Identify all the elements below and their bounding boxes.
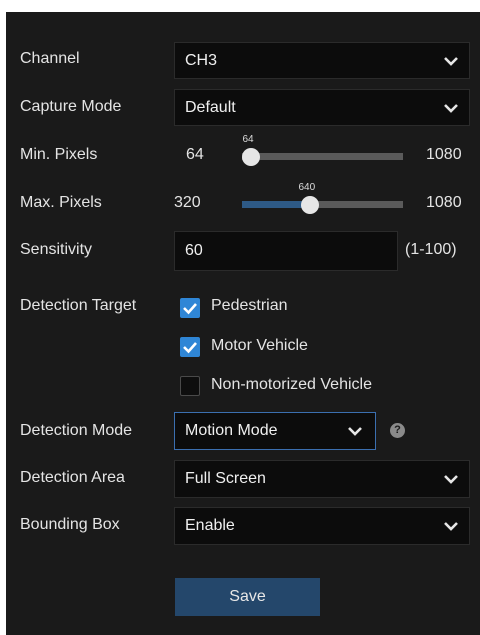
chevron-down-icon: [444, 475, 458, 484]
capture-mode-value: Default: [185, 98, 236, 116]
min-pixels-slider-track[interactable]: [242, 153, 403, 160]
save-button[interactable]: Save: [175, 578, 320, 616]
channel-dropdown[interactable]: CH3: [174, 42, 470, 79]
max-pixels-slider-thumb[interactable]: [300, 196, 319, 214]
sensitivity-range: (1-100): [405, 241, 457, 258]
chevron-down-icon: [444, 522, 458, 531]
min-pixels-max: 1080: [426, 146, 462, 163]
detection-area-label: Detection Area: [20, 469, 125, 486]
bounding-box-value: Enable: [185, 517, 235, 534]
motor-vehicle-checkbox[interactable]: [180, 337, 200, 357]
non-motorized-vehicle-checkbox[interactable]: [180, 376, 200, 396]
min-pixels-label: Min. Pixels: [20, 146, 98, 163]
help-icon[interactable]: ?: [390, 423, 405, 438]
detection-area-dropdown[interactable]: Full Screen: [174, 460, 470, 498]
max-pixels-slider-track[interactable]: [242, 201, 403, 208]
pedestrian-checkbox[interactable]: [180, 298, 200, 318]
max-pixels-max: 1080: [426, 194, 462, 211]
max-pixels-slider-fill: [242, 201, 310, 208]
detection-target-label: Detection Target: [20, 297, 137, 314]
checkmark-icon: [183, 342, 197, 354]
sensitivity-input-box[interactable]: [174, 231, 398, 271]
max-pixels-value: 640: [298, 182, 316, 193]
chevron-down-icon: [444, 56, 458, 66]
settings-panel: Channel CH3 Capture Mode Default Min. Pi…: [6, 12, 480, 635]
sensitivity-label: Sensitivity: [20, 241, 93, 258]
detection-mode-value: Motion Mode: [185, 422, 278, 439]
motor-vehicle-label: Motor Vehicle: [211, 337, 308, 354]
bounding-box-label: Bounding Box: [20, 516, 120, 533]
max-pixels-label: Max. Pixels: [20, 194, 102, 211]
detection-mode-label: Detection Mode: [20, 422, 133, 439]
chevron-down-icon: [444, 103, 458, 113]
detection-area-value: Full Screen: [185, 470, 266, 487]
min-pixels-slider-thumb[interactable]: [242, 148, 260, 166]
pedestrian-label: Pedestrian: [211, 297, 288, 314]
capture-mode-label: Capture Mode: [20, 98, 122, 115]
bounding-box-dropdown[interactable]: Enable: [174, 507, 470, 545]
channel-label: Channel: [20, 50, 80, 67]
detection-mode-dropdown[interactable]: Motion Mode: [174, 412, 376, 450]
checkmark-icon: [183, 303, 197, 315]
non-motorized-vehicle-label: Non-motorized Vehicle: [211, 376, 372, 393]
chevron-down-icon: [348, 427, 362, 436]
min-pixels-min: 64: [186, 146, 204, 163]
sensitivity-input[interactable]: [175, 232, 397, 270]
capture-mode-dropdown[interactable]: Default: [174, 89, 470, 126]
min-pixels-value: 64: [242, 134, 254, 145]
channel-value: CH3: [185, 51, 218, 69]
max-pixels-min: 320: [174, 194, 201, 211]
